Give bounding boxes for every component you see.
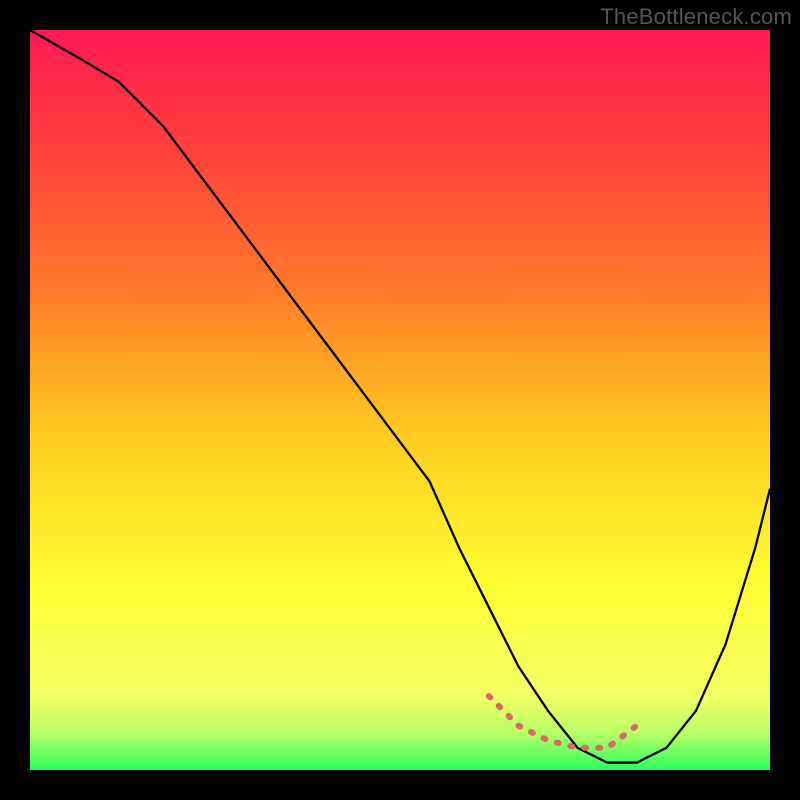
watermark-text: TheBottleneck.com	[600, 4, 792, 30]
gradient-background	[30, 30, 770, 770]
plot-area	[30, 30, 770, 770]
chart-container: TheBottleneck.com	[0, 0, 800, 800]
chart-svg	[30, 30, 770, 770]
